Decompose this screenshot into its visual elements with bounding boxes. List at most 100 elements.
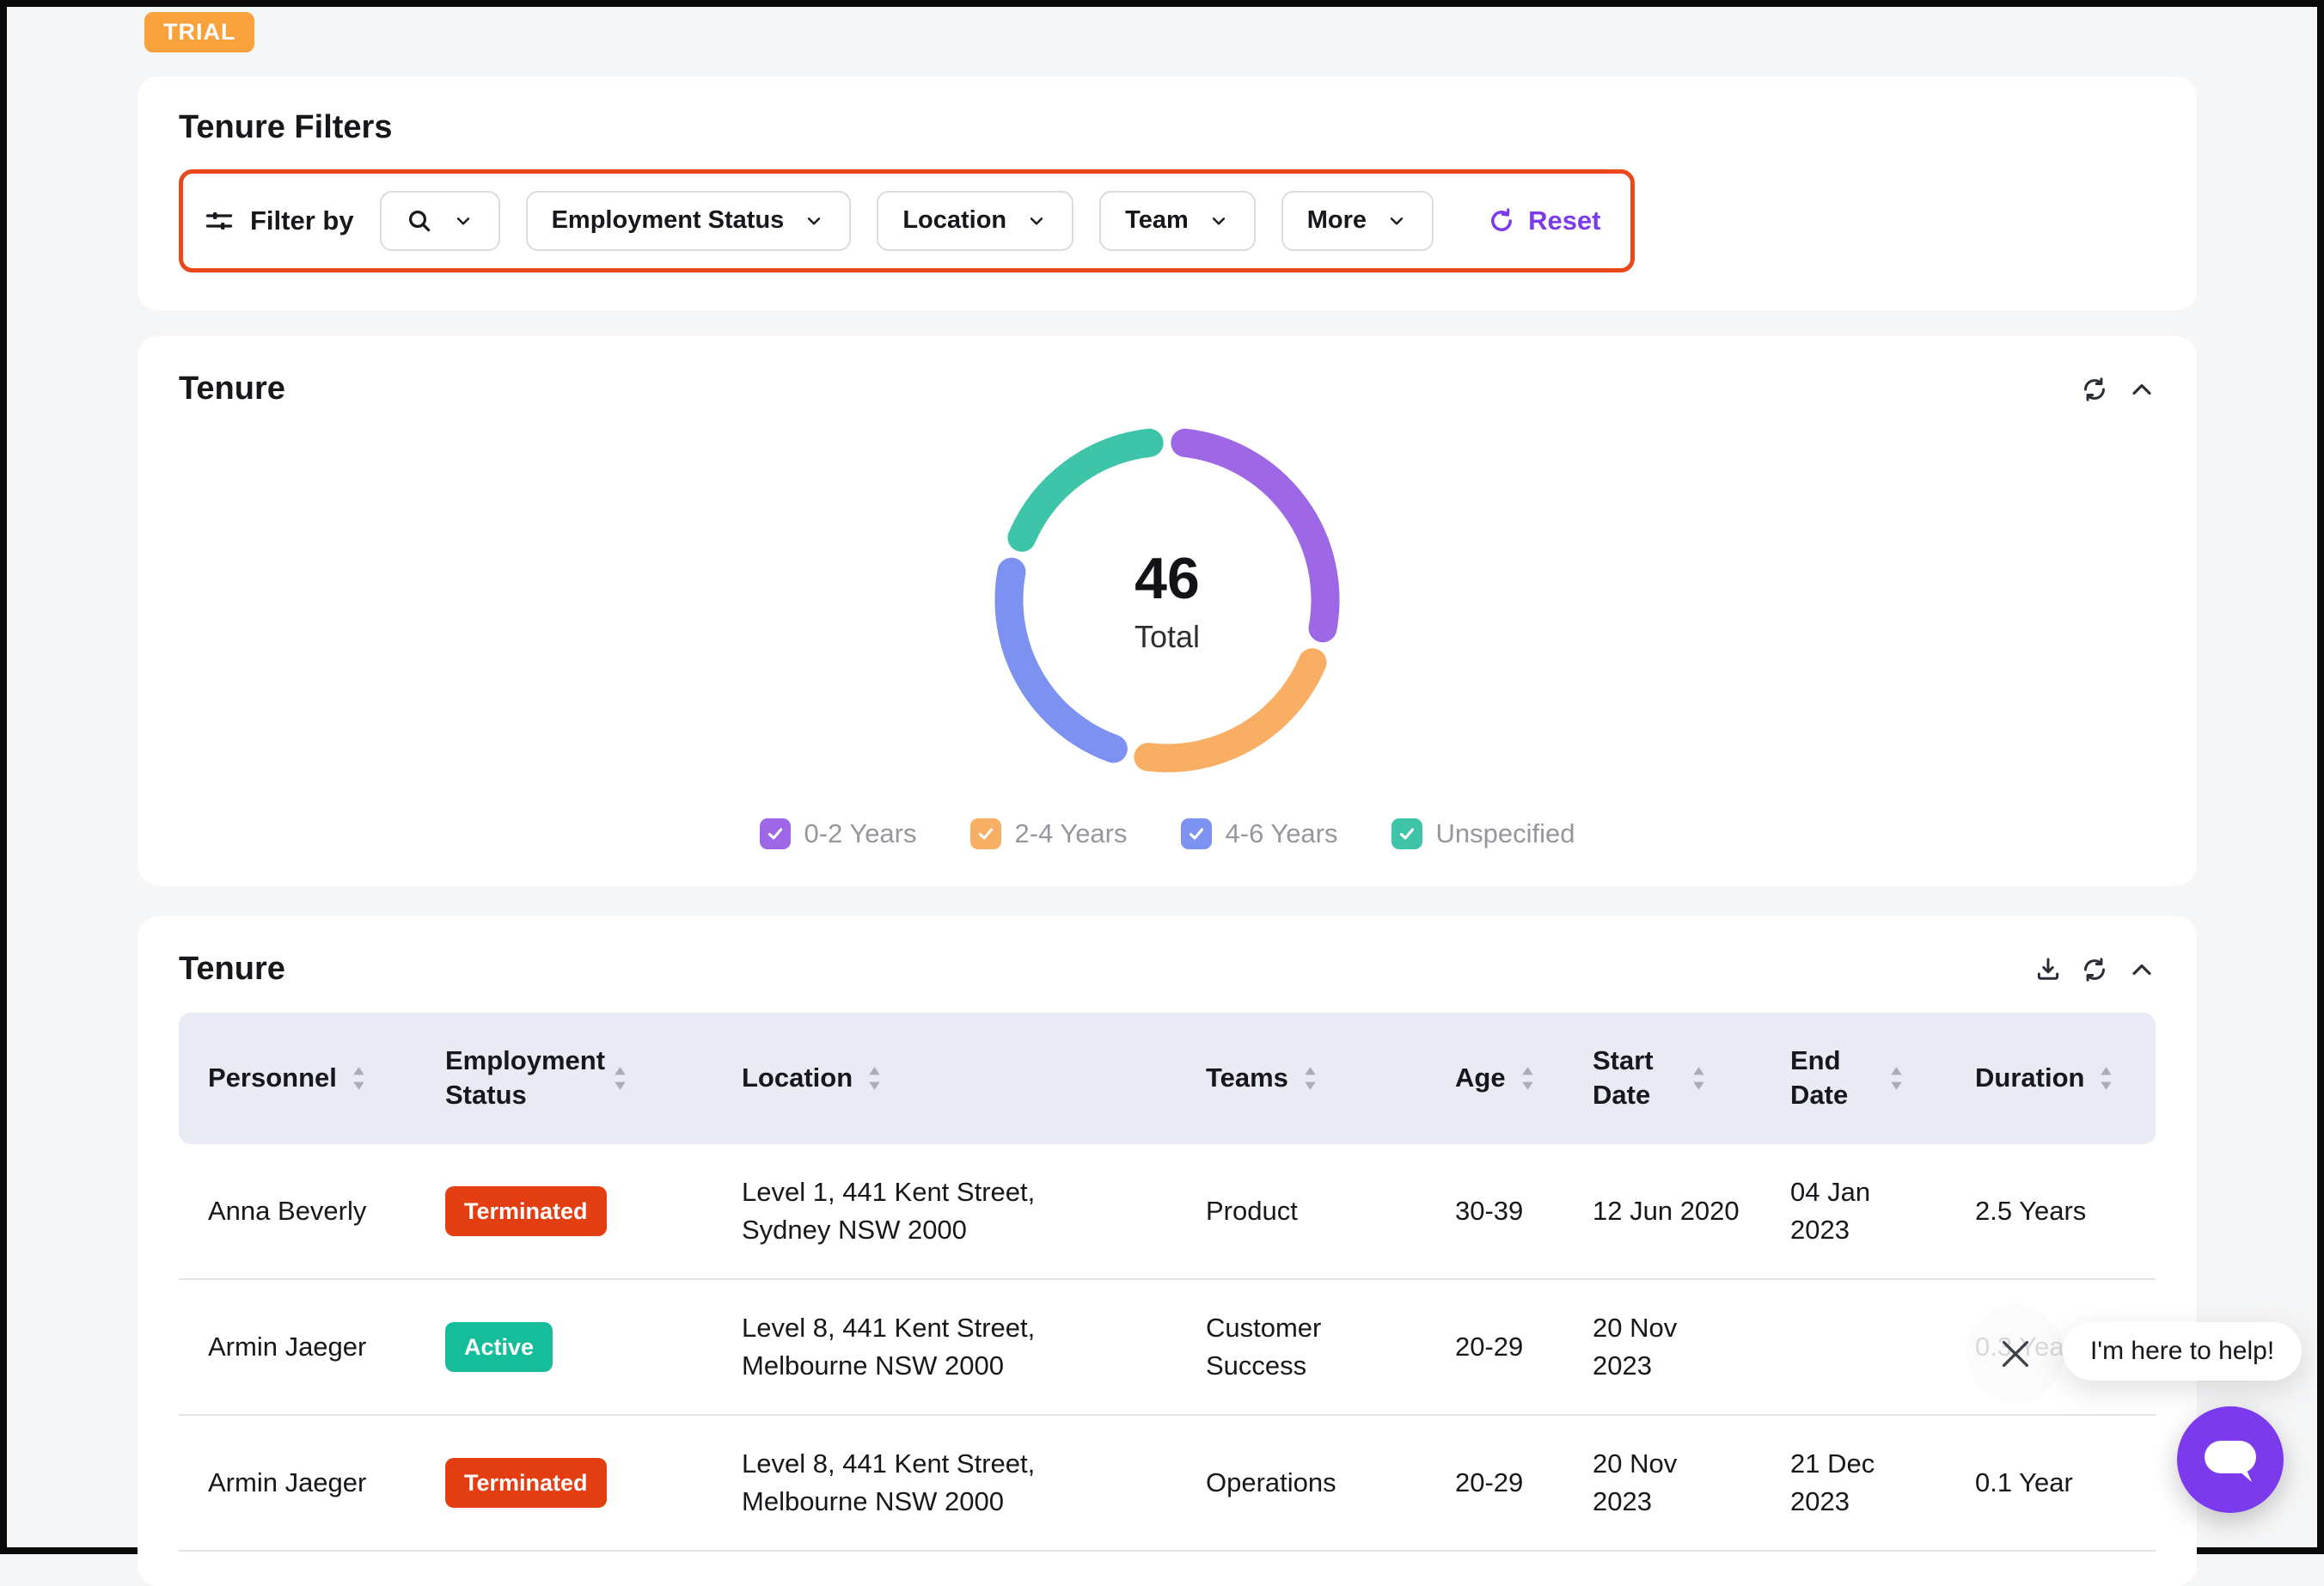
cell-duration: 0.1 Year: [1975, 1464, 2156, 1502]
legend-label: 4-6 Years: [1226, 818, 1338, 849]
sort-icon: [1691, 1065, 1707, 1092]
cell-end-date: 04 Jan 2023: [1790, 1173, 1975, 1249]
cell-text: 30-39: [1455, 1192, 1523, 1230]
close-icon[interactable]: [1966, 1305, 2064, 1403]
reset-label: Reset: [1528, 205, 1600, 236]
cell-end-date: 21 Dec 2023: [1790, 1445, 1975, 1521]
chevron-down-icon: [452, 210, 474, 232]
cell-employment-status: Terminated: [445, 1458, 742, 1508]
cell-text: Level 8, 441 Kent Street, Melbourne NSW …: [742, 1309, 1130, 1385]
table-body: Anna BeverlyTerminatedLevel 1, 441 Kent …: [179, 1144, 2156, 1552]
search-dropdown-button[interactable]: [380, 191, 500, 251]
cell-text: 04 Jan 2023: [1790, 1173, 1922, 1249]
cell-text: 20 Nov 2023: [1593, 1445, 1743, 1521]
column-header-end-date[interactable]: End Date: [1790, 1044, 1975, 1113]
chart-legend: 0-2 Years2-4 Years4-6 YearsUnspecified: [179, 818, 2156, 849]
legend-item: 0-2 Years: [760, 818, 917, 849]
reset-icon: [1487, 206, 1516, 236]
sort-icon: [866, 1065, 883, 1092]
legend-checkbox-0-2-years[interactable]: [760, 818, 791, 849]
cell-personnel: Armin Jaeger: [179, 1328, 445, 1366]
cell-age: 30-39: [1455, 1192, 1593, 1230]
column-label: End Date: [1790, 1044, 1874, 1113]
cell-teams: Operations: [1206, 1464, 1455, 1502]
column-header-start-date[interactable]: Start Date: [1593, 1044, 1790, 1113]
sort-icon: [1302, 1065, 1318, 1092]
table-header-row: Personnel Employment Status Location Tea…: [179, 1013, 2156, 1144]
cell-end-date: [1790, 1328, 1975, 1366]
chevron-down-icon: [803, 210, 825, 232]
legend-label: Unspecified: [1436, 818, 1575, 849]
tenure-filters-card: Tenure Filters Filter by: [138, 77, 2197, 310]
more-label: More: [1307, 206, 1367, 235]
cell-teams: Customer Success: [1206, 1309, 1455, 1385]
employment-status-label: Employment Status: [552, 206, 785, 235]
location-dropdown[interactable]: Location: [877, 191, 1073, 251]
team-dropdown[interactable]: Team: [1099, 191, 1256, 251]
donut-segment-4-6-years: [1009, 573, 1113, 750]
column-label: Age: [1455, 1061, 1506, 1095]
refresh-icon[interactable]: [2080, 955, 2109, 984]
cell-location: Level 8, 441 Kent Street, Melbourne NSW …: [742, 1309, 1206, 1385]
column-label: Personnel: [208, 1061, 337, 1095]
cell-duration: 2.5 Years: [1975, 1192, 2156, 1230]
column-header-duration[interactable]: Duration: [1975, 1061, 2156, 1095]
chart-card-title: Tenure: [179, 370, 2156, 408]
column-header-teams[interactable]: Teams: [1206, 1061, 1455, 1095]
cell-location: Level 8, 441 Kent Street, Melbourne NSW …: [742, 1445, 1206, 1521]
collapse-icon[interactable]: [2126, 954, 2157, 985]
filter-bar: Filter by Employment Status: [179, 169, 1635, 272]
cell-employment-status: Active: [445, 1322, 742, 1372]
legend-item: 4-6 Years: [1181, 818, 1338, 849]
legend-checkbox-unspecified[interactable]: [1391, 818, 1422, 849]
cell-age: 20-29: [1455, 1328, 1593, 1366]
search-icon: [406, 207, 433, 235]
cell-text: Armin Jaeger: [208, 1328, 366, 1366]
column-label: Duration: [1975, 1061, 2084, 1095]
cell-personnel: Anna Beverly: [179, 1192, 445, 1230]
cell-text: Level 1, 441 Kent Street, Sydney NSW 200…: [742, 1173, 1130, 1249]
legend-checkbox-2-4-years[interactable]: [970, 818, 1001, 849]
cell-text: Customer Success: [1206, 1309, 1388, 1385]
table-row: Armin Jaeger ActiveLevel 8, 441 Kent Stre…: [179, 1280, 2156, 1416]
legend-item: Unspecified: [1391, 818, 1575, 849]
cell-employment-status: Terminated: [445, 1186, 742, 1236]
employment-status-dropdown[interactable]: Employment Status: [526, 191, 852, 251]
download-icon[interactable]: [2034, 955, 2063, 984]
table-card-title: Tenure: [179, 951, 2156, 989]
sort-icon: [612, 1065, 628, 1092]
cell-text: Operations: [1206, 1464, 1336, 1502]
sliders-icon: [204, 205, 235, 236]
reset-button[interactable]: Reset: [1482, 205, 1605, 237]
donut-segment-2-4-years: [1148, 663, 1312, 758]
chart-card-toolbar: [2080, 374, 2157, 405]
cell-start-date: 20 Nov 2023: [1593, 1445, 1790, 1521]
chevron-down-icon: [1208, 210, 1230, 232]
location-label: Location: [902, 206, 1006, 235]
column-header-location[interactable]: Location: [742, 1061, 1206, 1095]
table-card-toolbar: [2034, 954, 2157, 985]
table-row: Anna Beverly TerminatedLevel 1, 441 Kent …: [179, 1144, 2156, 1280]
cell-text: Anna Beverly: [208, 1192, 366, 1230]
legend-checkbox-4-6-years[interactable]: [1181, 818, 1212, 849]
sort-icon: [351, 1065, 367, 1092]
refresh-icon[interactable]: [2080, 375, 2109, 404]
chat-launcher-button[interactable]: [2177, 1406, 2284, 1513]
collapse-icon[interactable]: [2126, 374, 2157, 405]
chevron-down-icon: [1025, 210, 1048, 232]
column-header-age[interactable]: Age: [1455, 1061, 1593, 1095]
more-dropdown[interactable]: More: [1281, 191, 1434, 251]
column-header-employment-status[interactable]: Employment Status: [445, 1044, 742, 1113]
chat-tooltip: I'm here to help!: [2063, 1322, 2302, 1381]
cell-start-date: 12 Jun 2020: [1593, 1192, 1790, 1230]
cell-text: 20-29: [1455, 1328, 1523, 1366]
cell-text: 12 Jun 2020: [1593, 1192, 1740, 1230]
sort-icon: [1888, 1065, 1905, 1092]
cell-personnel: Armin Jaeger: [179, 1464, 445, 1502]
column-label: Start Date: [1593, 1044, 1677, 1113]
cell-text: 0.1 Year: [1975, 1464, 2073, 1502]
donut-segment-unspecified: [1022, 444, 1149, 538]
filter-by-label: Filter by: [250, 205, 354, 236]
column-header-personnel[interactable]: Personnel: [179, 1061, 445, 1095]
cell-text: 20 Nov 2023: [1593, 1309, 1743, 1385]
